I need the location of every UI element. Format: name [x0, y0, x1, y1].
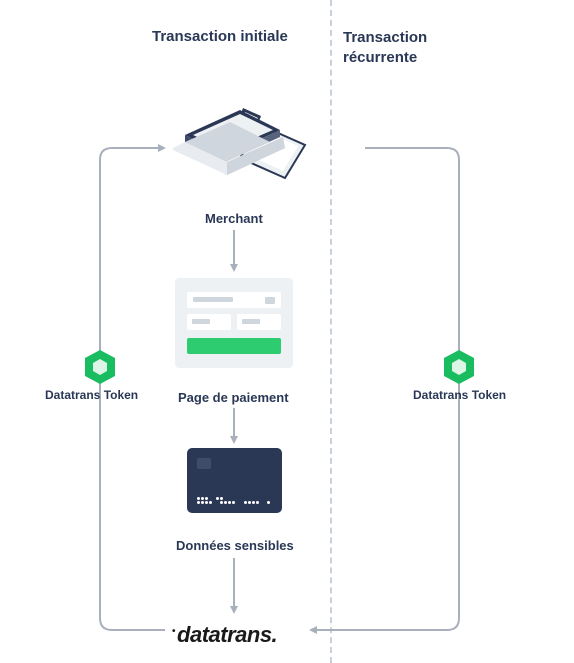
payment-page-label: Page de paiement	[178, 390, 289, 405]
datatrans-logo: datatrans.	[172, 622, 277, 648]
title-initial-transaction: Transaction initiale	[152, 28, 288, 45]
credit-card-icon	[187, 448, 282, 513]
payment-form-icon	[175, 278, 293, 368]
token-label-left: Datatrans Token	[45, 388, 138, 402]
section-divider	[330, 0, 332, 663]
merchant-label: Merchant	[205, 211, 263, 226]
token-label-right: Datatrans Token	[413, 388, 506, 402]
merchant-devices-icon	[165, 90, 315, 205]
diagram-container: Transaction initiale Transaction récurre…	[0, 0, 574, 663]
token-hex-right-icon	[443, 349, 475, 385]
sensitive-data-label: Données sensibles	[176, 538, 294, 553]
title-recurring-transaction: Transaction récurrente	[343, 28, 463, 67]
token-hex-left-icon	[84, 349, 116, 385]
